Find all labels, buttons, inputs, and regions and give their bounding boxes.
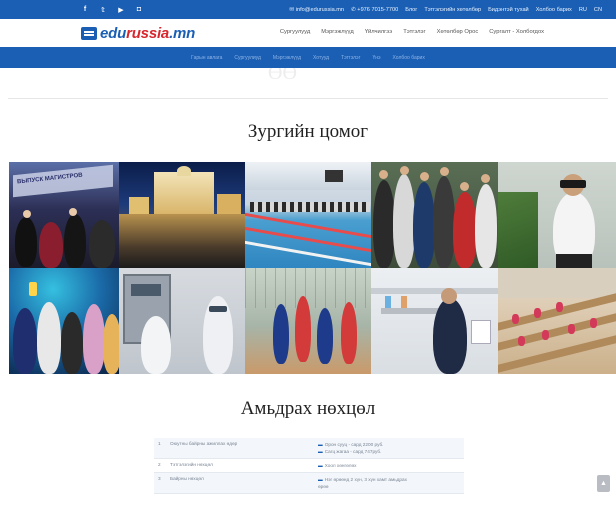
- bullet-icon: ▬: [318, 477, 323, 482]
- twitter-icon[interactable]: 𝕥: [99, 6, 107, 14]
- gallery-photo-basketball[interactable]: [245, 268, 371, 374]
- faded-heading: ӨӨ: [268, 68, 297, 84]
- row-number: 1: [154, 438, 166, 459]
- table-row: 1 Оюутны байрны ажиллах өдөр ▬ Орон сууц …: [154, 438, 464, 459]
- gallery-photo-lecture-hall[interactable]: [498, 268, 616, 374]
- conditions-title: Амьдрах нөхцөл: [240, 398, 376, 419]
- band-item[interactable]: Гарын авлага: [191, 55, 222, 61]
- detail-text: Хоол хөнгөлөх: [324, 463, 357, 468]
- email-link[interactable]: ✉ info@edurussia.mn: [290, 7, 345, 13]
- logo-accent: russia: [126, 25, 170, 42]
- detail-line: ▬ Хоол хөнгөлөх: [318, 462, 460, 469]
- band-item[interactable]: Мэргэжлүүд: [273, 55, 301, 61]
- row-details: ▬ Орон сууц - сард 2200 руб. ▬ Сагц жагаа …: [314, 438, 464, 459]
- detail-text: Сагц жагаа - сард 747руб.: [324, 449, 382, 454]
- lang-ru[interactable]: RU: [579, 7, 587, 13]
- scroll-to-top-button[interactable]: ▲: [597, 475, 610, 492]
- phone-link[interactable]: ✆ +976 7015-7700: [351, 7, 398, 13]
- detail-text: өрөө: [318, 484, 329, 489]
- row-details: ▬ Нэг өрөөнд 2 хүн, 3 хүн хамт амьдрах өр…: [314, 472, 464, 494]
- youtube-icon[interactable]: ▶: [117, 6, 125, 14]
- top-link-about[interactable]: Бидэнтэй тухай: [488, 7, 529, 13]
- bullet-icon: ▬: [318, 463, 323, 468]
- logo-tail: .mn: [169, 25, 196, 42]
- gallery-photo-campus-night[interactable]: [119, 162, 245, 268]
- row-item: Оюутны байрны ажиллах өдөр: [166, 438, 314, 459]
- nav-services[interactable]: Үйлчилгээ: [365, 29, 392, 35]
- band-item[interactable]: Хотууд: [313, 55, 329, 61]
- gallery-photo-lab-suits[interactable]: [119, 268, 245, 374]
- top-link-scholarship[interactable]: Тэтгэлэгийн хөтөлбөр: [424, 7, 481, 13]
- gallery-photo-swimming-pool[interactable]: [245, 162, 371, 268]
- site-header: edurussia.mn Сургуулууд Мэргэжлүүд Үйлчи…: [0, 19, 616, 47]
- band-item[interactable]: Сургуулиуд: [234, 55, 261, 61]
- row-item: Тэтгэлэгийн нөхцөл: [166, 458, 314, 473]
- bullet-icon: ▬: [318, 442, 323, 447]
- gallery-title: Зургийн цомог: [247, 121, 369, 142]
- detail-line: ▬ Сагц жагаа - сард 747руб.: [318, 448, 460, 455]
- gallery-photo-vr-student[interactable]: [498, 162, 616, 268]
- detail-line: ▬ Нэг өрөөнд 2 хүн, 3 хүн хамт амьдрах: [318, 476, 460, 483]
- band-item[interactable]: Тэтгэлэг: [341, 55, 360, 61]
- row-number: 3: [154, 472, 166, 494]
- secondary-nav-band: Гарын авлага Сургуулиуд Мэргэжлүүд Хотуу…: [0, 47, 616, 68]
- band-item[interactable]: Холбоо барих: [393, 55, 425, 61]
- nav-universities[interactable]: Сургуулууд: [280, 29, 310, 35]
- row-details: ▬ Хоол хөнгөлөх: [314, 458, 464, 473]
- main-nav: Сургуулууд Мэргэжлүүд Үйлчилгээ Тэтгэлэг…: [280, 29, 544, 35]
- bullet-icon: ▬: [318, 449, 323, 454]
- top-bar: f 𝕥 ▶ ◘ ✉ info@edurussia.mn ✆ +976 7015-…: [0, 0, 616, 19]
- top-link-blog[interactable]: Блог: [405, 7, 417, 13]
- gallery-photo-chem-lab[interactable]: [371, 268, 498, 374]
- detail-text: Орон сууц - сард 2200 руб.: [324, 442, 384, 447]
- gallery-photo-celebration[interactable]: [9, 268, 119, 374]
- social-links: f 𝕥 ▶ ◘: [81, 6, 143, 14]
- photo-gallery: ВЫПУСК МАГИСТРОВ: [9, 162, 616, 374]
- band-item[interactable]: Үнэ: [372, 55, 380, 61]
- row-item: Байрны нөхцөл: [166, 472, 314, 494]
- top-link-contact[interactable]: Холбоо барих: [536, 7, 572, 13]
- nav-program[interactable]: Хөтөлбөр Орос: [437, 29, 479, 35]
- lang-cn[interactable]: CN: [594, 7, 602, 13]
- table-row: 2 Тэтгэлэгийн нөхцөл ▬ Хоол хөнгөлөх: [154, 458, 464, 473]
- section-divider: [8, 98, 608, 99]
- top-links: ✉ info@edurussia.mn ✆ +976 7015-7700 Бло…: [290, 7, 602, 13]
- nav-courses[interactable]: Сургалт - Холбогдох: [489, 29, 544, 35]
- gallery-photo-student-group[interactable]: [371, 162, 498, 268]
- logo-icon: [81, 27, 97, 40]
- facebook-icon[interactable]: f: [81, 6, 89, 14]
- detail-text: Нэг өрөөнд 2 хүн, 3 хүн хамт амьдрах: [324, 477, 407, 482]
- nav-majors[interactable]: Мэргэжлүүд: [321, 29, 354, 35]
- logo-text: edurussia.mn: [100, 25, 195, 42]
- logo-main: edu: [100, 25, 127, 42]
- table-row: 3 Байрны нөхцөл ▬ Нэг өрөөнд 2 хүн, 3 хүн…: [154, 472, 464, 494]
- row-number: 2: [154, 458, 166, 473]
- chevron-up-icon: ▲: [600, 480, 607, 487]
- site-logo[interactable]: edurussia.mn: [81, 25, 195, 42]
- nav-scholarship[interactable]: Тэтгэлэг: [403, 29, 425, 35]
- detail-line: өрөө: [318, 483, 460, 490]
- instagram-icon[interactable]: ◘: [135, 6, 143, 14]
- gallery-photo-graduation[interactable]: ВЫПУСК МАГИСТРОВ: [9, 162, 119, 268]
- living-conditions-table: 1 Оюутны байрны ажиллах өдөр ▬ Орон сууц …: [154, 438, 464, 494]
- detail-line: ▬ Орон сууц - сард 2200 руб.: [318, 441, 460, 448]
- faded-heading-area: ӨӨ: [0, 68, 616, 98]
